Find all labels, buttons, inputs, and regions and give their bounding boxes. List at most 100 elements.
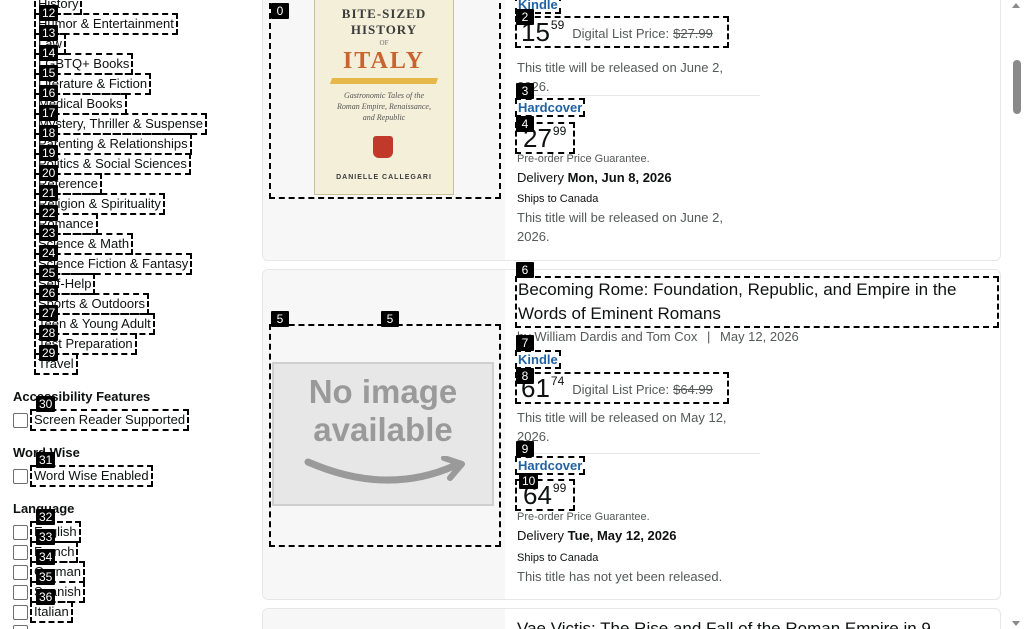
delivery-date: Tue, May 12, 2026 [567,528,677,543]
tag-label: 21 [39,185,59,201]
language-label[interactable]: Italian [30,601,73,623]
filter-sidebar: History 12 Humor & Entertainment 13 Law 14 LGB… [0,0,250,629]
language-checkbox[interactable] [13,524,28,540]
no-image-text: No image [308,373,458,410]
kindle-format-link[interactable]: Kindle [515,350,561,369]
wordwise-label[interactable]: Word Wise Enabled [30,465,153,487]
tag-label: 25 [39,265,59,281]
delivery-info: Delivery Tue, May 12, 2026 [517,526,676,546]
language-checkbox[interactable] [13,624,28,629]
digital-list-price-value: $64.99 [673,382,713,397]
product-title-link[interactable]: Becoming Rome: Foundation, Republic, and… [515,276,999,328]
ships-to: Ships to Canada [517,552,599,564]
book-cover-image: BITE-SIZED HISTORY OF ITALY Gastronomic … [314,0,454,195]
no-image-text: available [313,411,453,448]
ships-to: Ships to Canada [517,193,599,205]
tag-label: 35 [36,569,56,585]
tag-label: 20 [39,165,59,181]
tag-label: 15 [39,65,59,81]
language-checkbox[interactable] [13,584,28,600]
delivery-label: Delivery [517,170,564,185]
result-card: BITE-SIZED HISTORY OF ITALY Gastronomic … [262,0,1001,261]
book-cover-link[interactable]: BITE-SIZED HISTORY OF ITALY Gastronomic … [269,0,501,199]
tag-label: 5 [271,311,289,327]
tag-label: 22 [39,205,59,221]
price-fraction: 74 [550,374,565,388]
tag-label: 3 [516,83,534,99]
tag-label: 16 [39,85,59,101]
screen-reader-checkbox[interactable] [13,412,28,428]
kindle-price-link[interactable]: 61 74 Digital List Price: $64.99 [515,372,729,404]
page-scrollbar[interactable] [1010,0,1024,629]
language-checkbox[interactable] [13,544,28,560]
scroll-thumb[interactable] [1013,60,1021,114]
digital-list-price-label: Digital List Price: [572,382,670,397]
screen-reader-label[interactable]: Screen Reader Supported [29,409,190,431]
tag-label: 36 [36,589,56,605]
hardcover-format-link[interactable]: Hardcover [514,98,586,117]
price-fraction: 59 [550,18,565,32]
tag-label: 31 [36,452,56,468]
release-note: This title will be released on June 2, 2… [517,60,723,94]
release-note: This title will be released on May 12, 2… [517,410,727,444]
price-guarantee: Pre-order Price Guarantee. [517,153,650,165]
result-card: Vae Victis: The Rise and Fall of the Rom… [262,608,1001,629]
category-link[interactable]: Politics & Social Sciences [34,153,191,175]
delivery-date: Mon, Jun 8, 2026 [567,170,672,185]
tag-label: 2 [516,9,534,25]
language-filter[interactable] [13,623,32,629]
tag-label: 27 [39,305,59,321]
price-fraction: 99 [552,481,567,495]
tag-label: 29 [39,345,59,361]
product-title-link[interactable]: Vae Victis: The Rise and Fall of the Rom… [517,617,987,629]
tag-label: 6 [516,262,534,278]
tag-label: 4 [516,116,534,132]
tag-label: 24 [39,245,59,261]
price-fraction: 99 [552,124,567,138]
category-link[interactable]: Mystery, Thriller & Suspense [34,113,207,135]
kindle-price-link[interactable]: 15 59 Digital List Price: $27.99 [515,16,729,48]
wordwise-filter[interactable]: Word Wise Enabled [13,465,153,487]
cover-text: HISTORY [350,22,418,37]
cover-text: BITE-SIZED [341,6,427,21]
delivery-info: Delivery Mon, Jun 8, 2026 [517,168,672,188]
language-checkbox[interactable] [13,604,28,620]
tag-label: 14 [39,45,59,61]
scroll-down-icon[interactable] [1012,621,1020,626]
price-guarantee: Pre-order Price Guarantee. [517,511,650,523]
tag-label: 23 [39,225,59,241]
tag-label: 32 [36,509,56,525]
digital-list-price-label: Digital List Price: [572,26,670,41]
scroll-up-icon[interactable] [1012,3,1020,8]
wordwise-checkbox[interactable] [13,468,28,484]
language-checkbox[interactable] [13,564,28,580]
hardcover-format-link[interactable]: Hardcover [514,456,586,475]
language-filter[interactable]: Italian [13,601,73,623]
tag-label: 28 [39,325,59,341]
tag-label: 7 [516,335,534,351]
digital-list-price-value: $27.99 [673,26,713,41]
delivery-label: Delivery [517,528,564,543]
tag-label: 8 [516,368,534,384]
category-link[interactable]: Science Fiction & Fantasy [33,253,193,275]
release-note: This title will be released on June 2, 2… [517,210,723,244]
category-link[interactable]: Parenting & Relationships [34,133,192,155]
tag-label: 30 [36,396,56,412]
smile-arrow-icon [304,456,465,484]
accessibility-heading: Accessibility Features [13,389,151,404]
tag-label: 12 [39,5,59,21]
separator: | [707,329,711,344]
tag-label: 33 [36,529,56,545]
moka-pot-graphic [373,136,393,158]
book-cover-link[interactable]: No image available [269,324,501,547]
publication-date: May 12, 2026 [720,329,799,344]
screen-reader-filter[interactable]: Screen Reader Supported [13,409,190,431]
byline: by William Dardis and Tom Cox | May 12, … [517,329,799,344]
no-image-placeholder: No image available [272,362,494,506]
cover-text: Gastronomic Tales of the Roman Empire, R… [337,91,431,122]
divider [517,453,760,454]
image-column [263,609,505,629]
tag-label: 34 [36,549,56,565]
tag-label: 17 [39,105,59,121]
divider [517,95,760,96]
